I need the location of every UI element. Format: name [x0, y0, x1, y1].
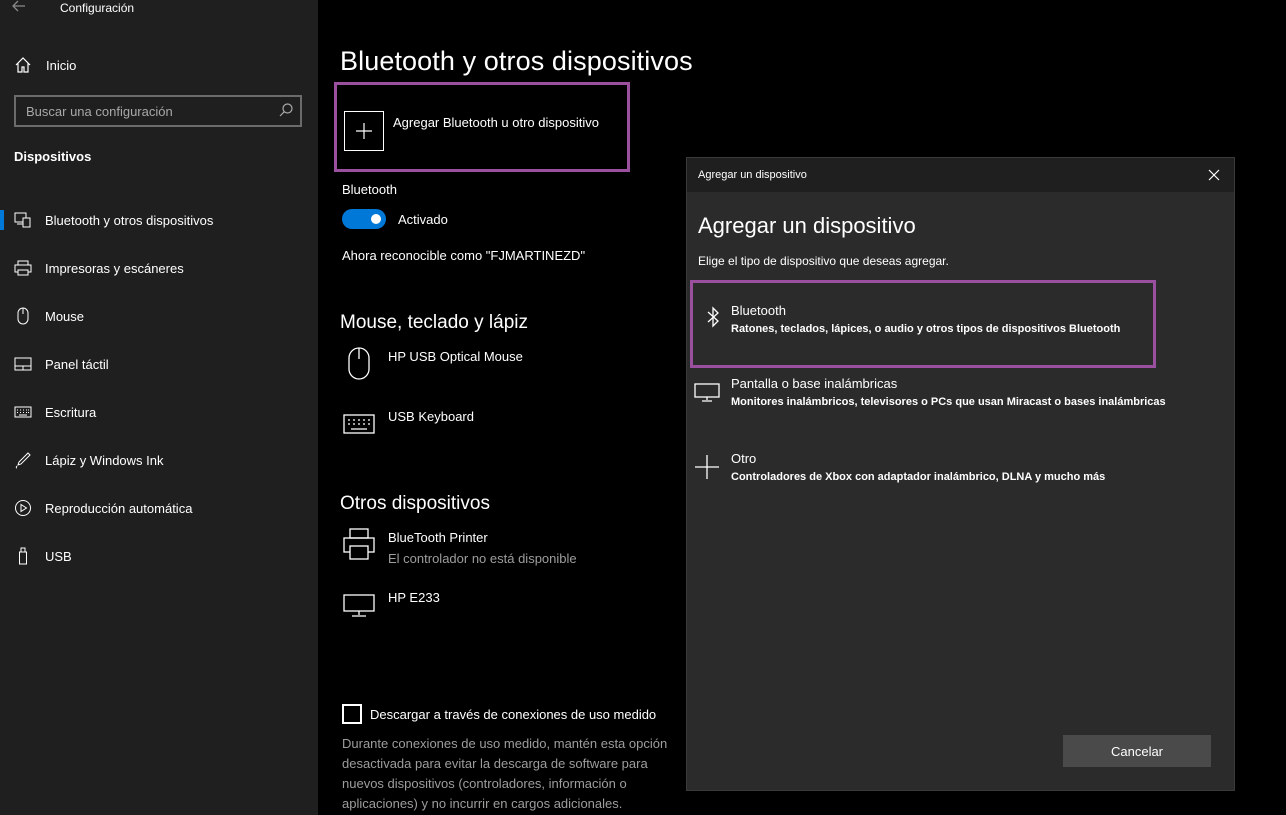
- search-input[interactable]: [16, 97, 274, 125]
- metered-checkbox[interactable]: [342, 704, 362, 724]
- app-title: Configuración: [60, 1, 135, 15]
- home-label: Inicio: [46, 57, 77, 73]
- plus-icon: [693, 453, 721, 481]
- sidebar-item-label: Panel táctil: [45, 356, 109, 372]
- display-icon: [693, 378, 721, 406]
- dialog-heading: Agregar un dispositivo: [698, 213, 916, 238]
- printer-icon: [14, 259, 32, 277]
- keyboard-icon: [14, 403, 32, 421]
- dialog-window-title: Agregar un dispositivo: [698, 169, 807, 181]
- device-item[interactable]: USB Keyboard: [342, 405, 474, 449]
- sidebar-item-pen[interactable]: Lápiz y Windows Ink: [0, 436, 318, 484]
- home-link[interactable]: Inicio: [14, 54, 76, 76]
- sidebar-item-label: Bluetooth y otros dispositivos: [45, 212, 214, 228]
- option-description: Controladores de Xbox con adaptador inal…: [731, 471, 1106, 483]
- search-box[interactable]: [14, 95, 302, 127]
- sidebar-nav: Bluetooth y otros dispositivos Impresora…: [0, 196, 318, 580]
- add-device-button[interactable]: Agregar Bluetooth u otro dispositivo: [334, 82, 630, 172]
- touchpad-icon: [14, 355, 32, 373]
- metered-checkbox-label: Descargar a través de conexiones de uso …: [370, 706, 657, 722]
- bluetooth-icon: [699, 303, 727, 331]
- search-icon[interactable]: [278, 102, 294, 118]
- sidebar-item-label: Escritura: [45, 404, 97, 420]
- sidebar-item-mouse[interactable]: Mouse: [0, 292, 318, 340]
- option-description: Monitores inalámbricos, televisores o PC…: [731, 396, 1166, 408]
- sidebar: Configuración Inicio Dispositivos Blueto…: [0, 0, 318, 815]
- option-bluetooth[interactable]: Bluetooth Ratones, teclados, lápices, o …: [690, 280, 1156, 368]
- sidebar-item-printers[interactable]: Impresoras y escáneres: [0, 244, 318, 292]
- toggle-knob: [371, 214, 381, 224]
- close-icon[interactable]: [1206, 167, 1222, 183]
- sidebar-item-touchpad[interactable]: Panel táctil: [0, 340, 318, 388]
- device-item[interactable]: HP E233: [342, 586, 440, 630]
- pen-icon: [14, 451, 32, 469]
- monitor-icon: [342, 586, 376, 622]
- sidebar-item-usb[interactable]: USB: [0, 532, 318, 580]
- bluetooth-toggle[interactable]: [342, 209, 386, 229]
- add-device-label: Agregar Bluetooth u otro dispositivo: [393, 115, 599, 130]
- mouse-icon: [14, 307, 32, 325]
- autoplay-icon: [14, 499, 32, 517]
- mouse-icon: [342, 345, 376, 381]
- option-title: Pantalla o base inalámbricas: [731, 376, 898, 391]
- sidebar-item-label: USB: [45, 548, 72, 564]
- option-description: Ratones, teclados, lápices, o audio y ot…: [731, 323, 1121, 335]
- cancel-button[interactable]: Cancelar: [1063, 735, 1211, 767]
- option-other[interactable]: Otro Controladores de Xbox con adaptador…: [687, 447, 1236, 509]
- usb-icon: [14, 547, 32, 565]
- section-heading: Dispositivos: [14, 149, 92, 164]
- bluetooth-devices-icon: [14, 211, 32, 229]
- mouse-section-title: Mouse, teclado y lápiz: [340, 312, 528, 333]
- back-arrow-icon[interactable]: [12, 0, 32, 14]
- dialog-subheading: Elige el tipo de dispositivo que deseas …: [698, 254, 949, 268]
- other-section-title: Otros dispositivos: [340, 493, 490, 514]
- bluetooth-state: Activado: [398, 212, 448, 227]
- add-device-dialog: Agregar un dispositivo Agregar un dispos…: [686, 157, 1235, 791]
- discoverable-text: Ahora reconocible como "FJMARTINEZD": [342, 248, 586, 263]
- device-name: BlueTooth Printer: [388, 530, 488, 545]
- device-status: El controlador no está disponible: [388, 551, 577, 566]
- option-title: Otro: [731, 451, 757, 466]
- device-item[interactable]: HP USB Optical Mouse: [342, 345, 523, 389]
- device-name: HP E233: [388, 590, 440, 605]
- title-bar: Configuración: [0, 0, 318, 18]
- sidebar-item-label: Reproducción automática: [45, 500, 193, 516]
- metered-description: Durante conexiones de uso medido, mantén…: [342, 736, 668, 811]
- option-wireless-display[interactable]: Pantalla o base inalámbricas Monitores i…: [687, 372, 1236, 434]
- sidebar-item-label: Lápiz y Windows Ink: [45, 452, 164, 468]
- keyboard-icon: [342, 405, 376, 441]
- bluetooth-label: Bluetooth: [342, 182, 397, 197]
- device-name: HP USB Optical Mouse: [388, 349, 523, 364]
- device-item[interactable]: BlueTooth Printer El controlador no está…: [342, 526, 577, 570]
- dialog-title-bar: Agregar un dispositivo: [687, 158, 1234, 192]
- sidebar-item-label: Mouse: [45, 308, 85, 324]
- printer-icon: [342, 526, 376, 562]
- home-icon: [14, 56, 32, 74]
- option-title: Bluetooth: [731, 303, 786, 318]
- sidebar-item-typing[interactable]: Escritura: [0, 388, 318, 436]
- sidebar-item-bluetooth[interactable]: Bluetooth y otros dispositivos: [0, 196, 318, 244]
- device-name: USB Keyboard: [388, 409, 474, 424]
- metered-checkbox-row[interactable]: Descargar a través de conexiones de uso …: [342, 704, 656, 724]
- sidebar-item-autoplay[interactable]: Reproducción automática: [0, 484, 318, 532]
- plus-icon: [344, 111, 384, 151]
- page-title: Bluetooth y otros dispositivos: [340, 46, 693, 76]
- sidebar-item-label: Impresoras y escáneres: [45, 260, 184, 276]
